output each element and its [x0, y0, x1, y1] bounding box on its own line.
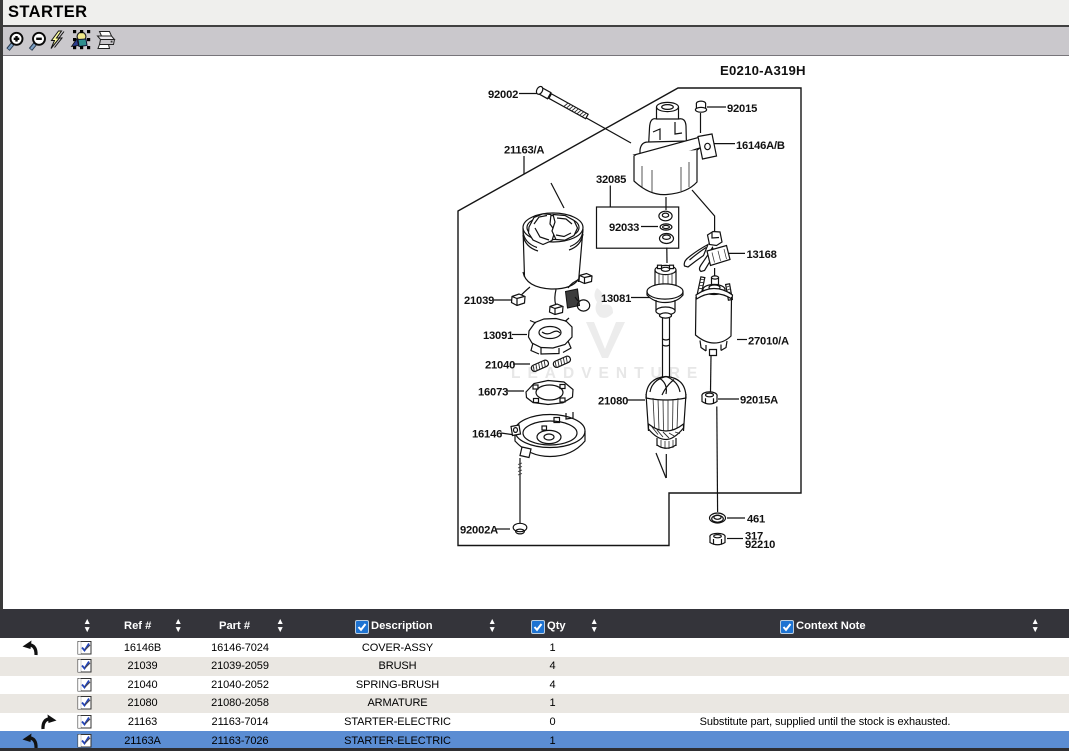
svg-text:13081: 13081 — [601, 293, 631, 305]
svg-text:E0210-A319H: E0210-A319H — [720, 63, 806, 78]
svg-text:13091: 13091 — [483, 330, 513, 342]
svg-text:92015A: 92015A — [740, 395, 778, 407]
svg-text:92002: 92002 — [488, 89, 518, 101]
svg-text:16146: 16146 — [472, 429, 502, 441]
svg-text:92033: 92033 — [609, 222, 639, 234]
svg-text:16073: 16073 — [478, 387, 508, 399]
svg-text:13168: 13168 — [747, 249, 777, 261]
svg-text:16146A/B: 16146A/B — [736, 140, 785, 152]
svg-text:92015: 92015 — [727, 103, 757, 115]
svg-text:21080: 21080 — [598, 396, 628, 408]
svg-text:92210: 92210 — [745, 539, 775, 551]
svg-text:21040: 21040 — [485, 360, 515, 372]
svg-text:92002A: 92002A — [460, 525, 498, 537]
svg-text:27010/A: 27010/A — [748, 336, 789, 348]
svg-text:21163/A: 21163/A — [504, 145, 544, 157]
svg-text:21039: 21039 — [464, 295, 494, 307]
svg-text:32085: 32085 — [596, 174, 626, 186]
svg-text:461: 461 — [747, 514, 765, 526]
